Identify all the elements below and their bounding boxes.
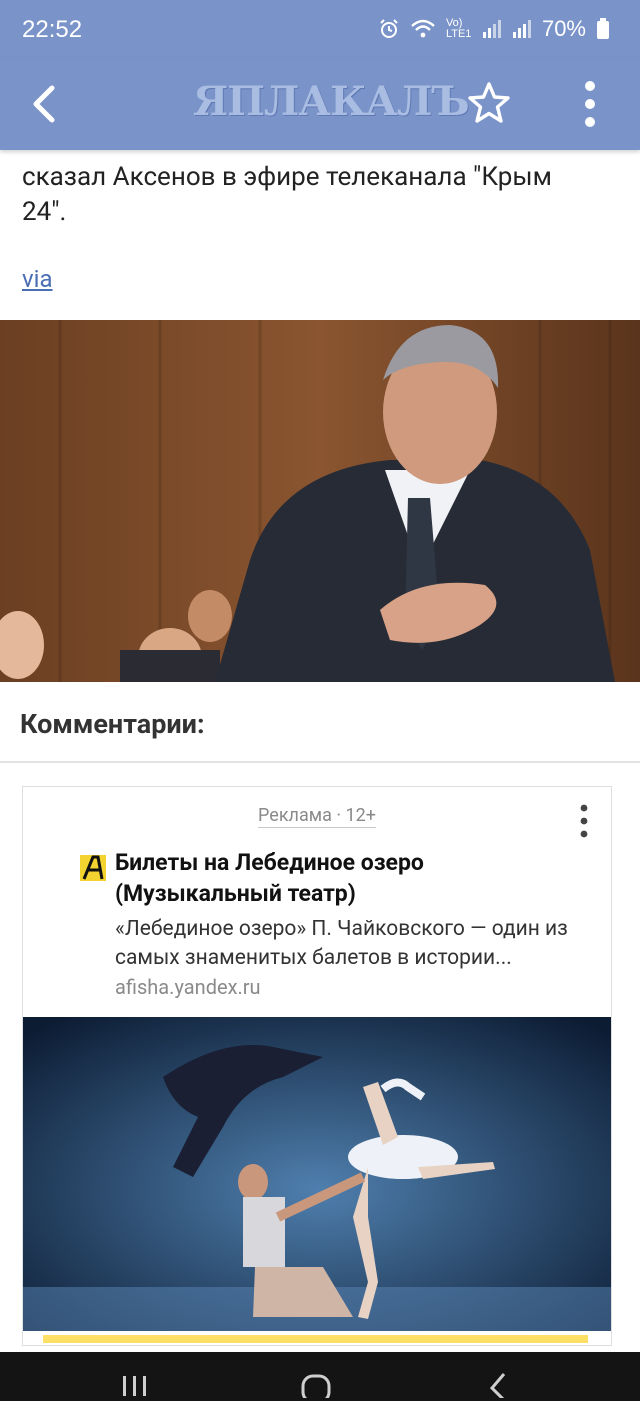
overflow-menu-button[interactable]	[576, 78, 604, 130]
battery-percent: 70%	[541, 16, 586, 41]
back-button[interactable]	[26, 80, 66, 128]
via-link[interactable]: via	[22, 265, 53, 293]
status-icons: Vo) LTE1 70%	[378, 16, 610, 42]
afisha-logo-icon	[78, 853, 108, 883]
article-line-2: 24".	[22, 197, 67, 227]
chevron-left-icon	[33, 85, 55, 123]
ad-description[interactable]: «Лебединое озеро» П. Чайковского — один …	[115, 915, 601, 973]
home-icon[interactable]	[300, 1370, 332, 1398]
back-nav-icon[interactable]	[486, 1370, 510, 1398]
more-vert-icon	[580, 804, 588, 838]
article-line: сказал Аксенов в эфире телеканала "Крым	[22, 162, 552, 192]
site-logo[interactable]: ЯПЛАКАЛЪ	[193, 76, 470, 128]
ad-title[interactable]: Билеты на Лебединое озеро (Музыкальный т…	[115, 847, 595, 909]
wifi-icon	[411, 19, 435, 38]
article-photo	[0, 320, 640, 682]
comments-heading: Комментарии:	[20, 708, 205, 740]
battery-icon	[597, 18, 609, 39]
star-outline-icon	[468, 82, 510, 123]
ad-label[interactable]: Реклама · 12+	[23, 805, 611, 828]
alarm-icon	[380, 19, 398, 38]
signal-icon-2	[512, 20, 531, 38]
app-bar: ЯПЛАКАЛЪ	[0, 58, 640, 150]
ad-image[interactable]	[23, 1017, 611, 1331]
signal-icon	[482, 20, 501, 38]
divider	[0, 761, 640, 763]
favorite-button[interactable]	[466, 80, 512, 126]
system-nav-bar	[0, 1352, 640, 1401]
ad-more-button[interactable]	[577, 803, 591, 839]
recent-apps-icon[interactable]	[120, 1370, 150, 1398]
ad-cta-strip[interactable]	[43, 1335, 588, 1343]
more-vert-icon	[585, 81, 595, 127]
ad-card[interactable]: Реклама · 12+ Билеты на Лебединое озеро …	[22, 786, 612, 1346]
status-bar: 22:52 Vo) LTE1 70%	[0, 0, 640, 58]
ad-domain[interactable]: afisha.yandex.ru	[115, 975, 261, 999]
status-time: 22:52	[22, 16, 83, 43]
network-label: Vo) LTE1	[445, 17, 472, 40]
